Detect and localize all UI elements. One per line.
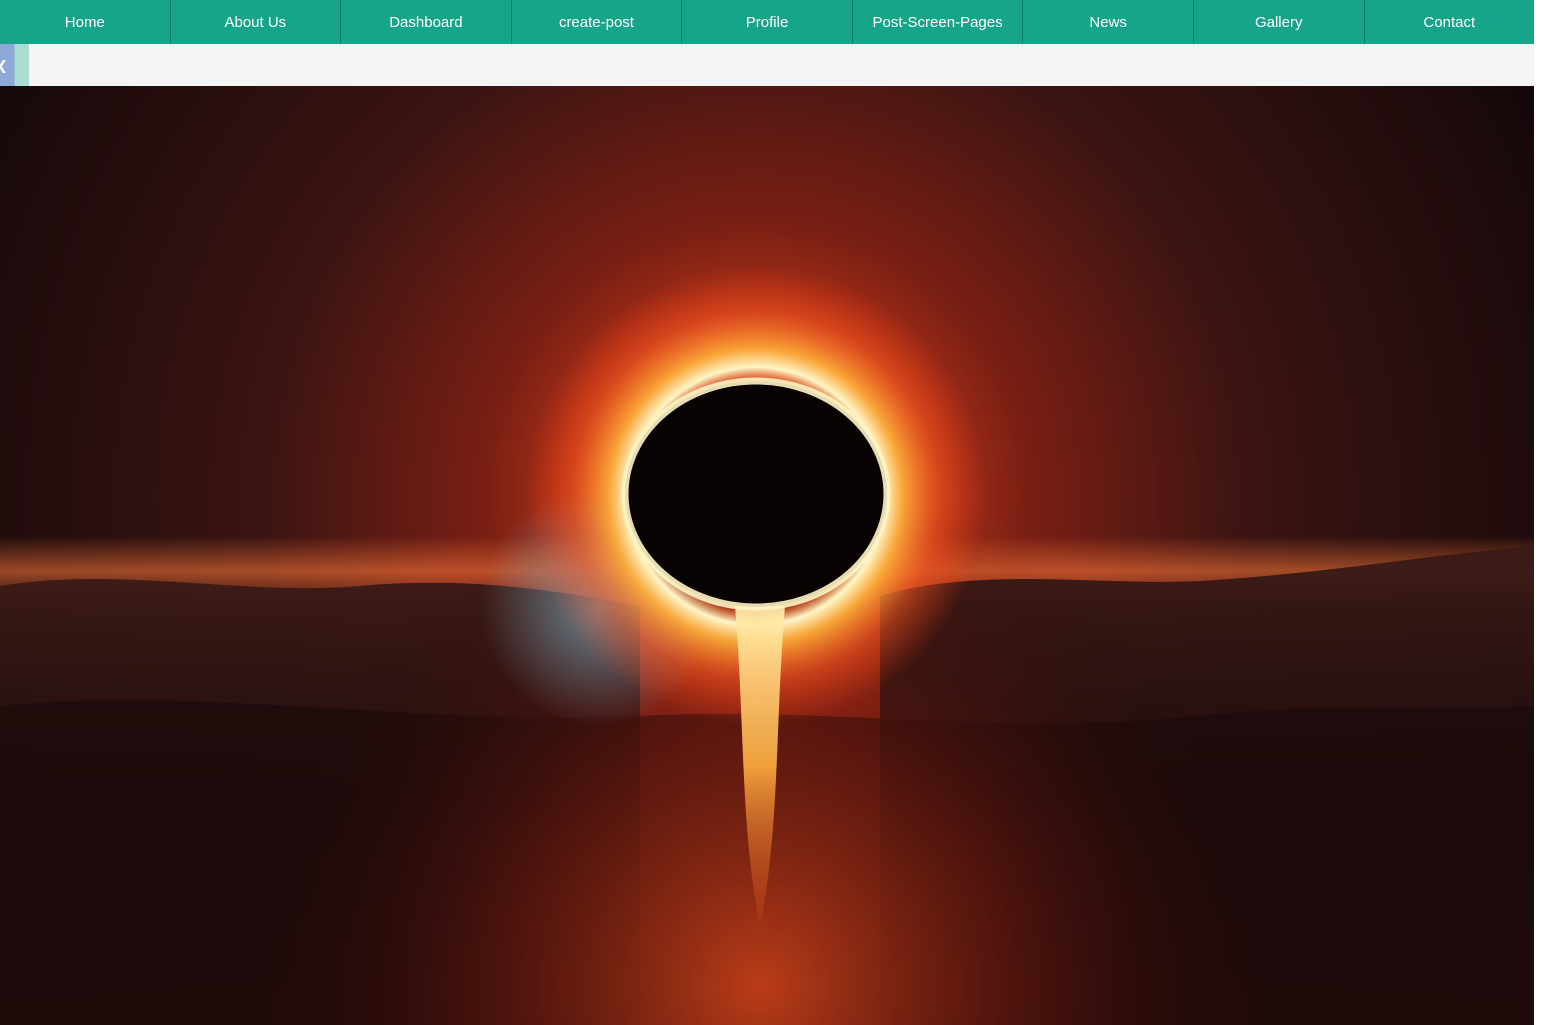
page: Home About Us Dashboard create-post Prof… — [0, 0, 1548, 1025]
nav-news[interactable]: News — [1023, 0, 1194, 44]
hero-eclipse-image — [0, 86, 1534, 1025]
nav-profile[interactable]: Profile — [682, 0, 853, 44]
top-navigation: Home About Us Dashboard create-post Prof… — [0, 0, 1534, 44]
sub-header-bar: ❮ — [0, 44, 1534, 86]
nav-contact[interactable]: Contact — [1365, 0, 1535, 44]
nav-post-screen-pages[interactable]: Post-Screen-Pages — [853, 0, 1024, 44]
chevron-left-icon: ❮ — [0, 60, 8, 73]
nav-create-post[interactable]: create-post — [512, 0, 683, 44]
nav-home[interactable]: Home — [0, 0, 171, 44]
sidebar-toggle-button[interactable]: ❮ — [0, 44, 29, 86]
nav-dashboard[interactable]: Dashboard — [341, 0, 512, 44]
nav-about-us[interactable]: About Us — [171, 0, 342, 44]
right-gutter — [1534, 0, 1548, 1025]
nav-gallery[interactable]: Gallery — [1194, 0, 1365, 44]
